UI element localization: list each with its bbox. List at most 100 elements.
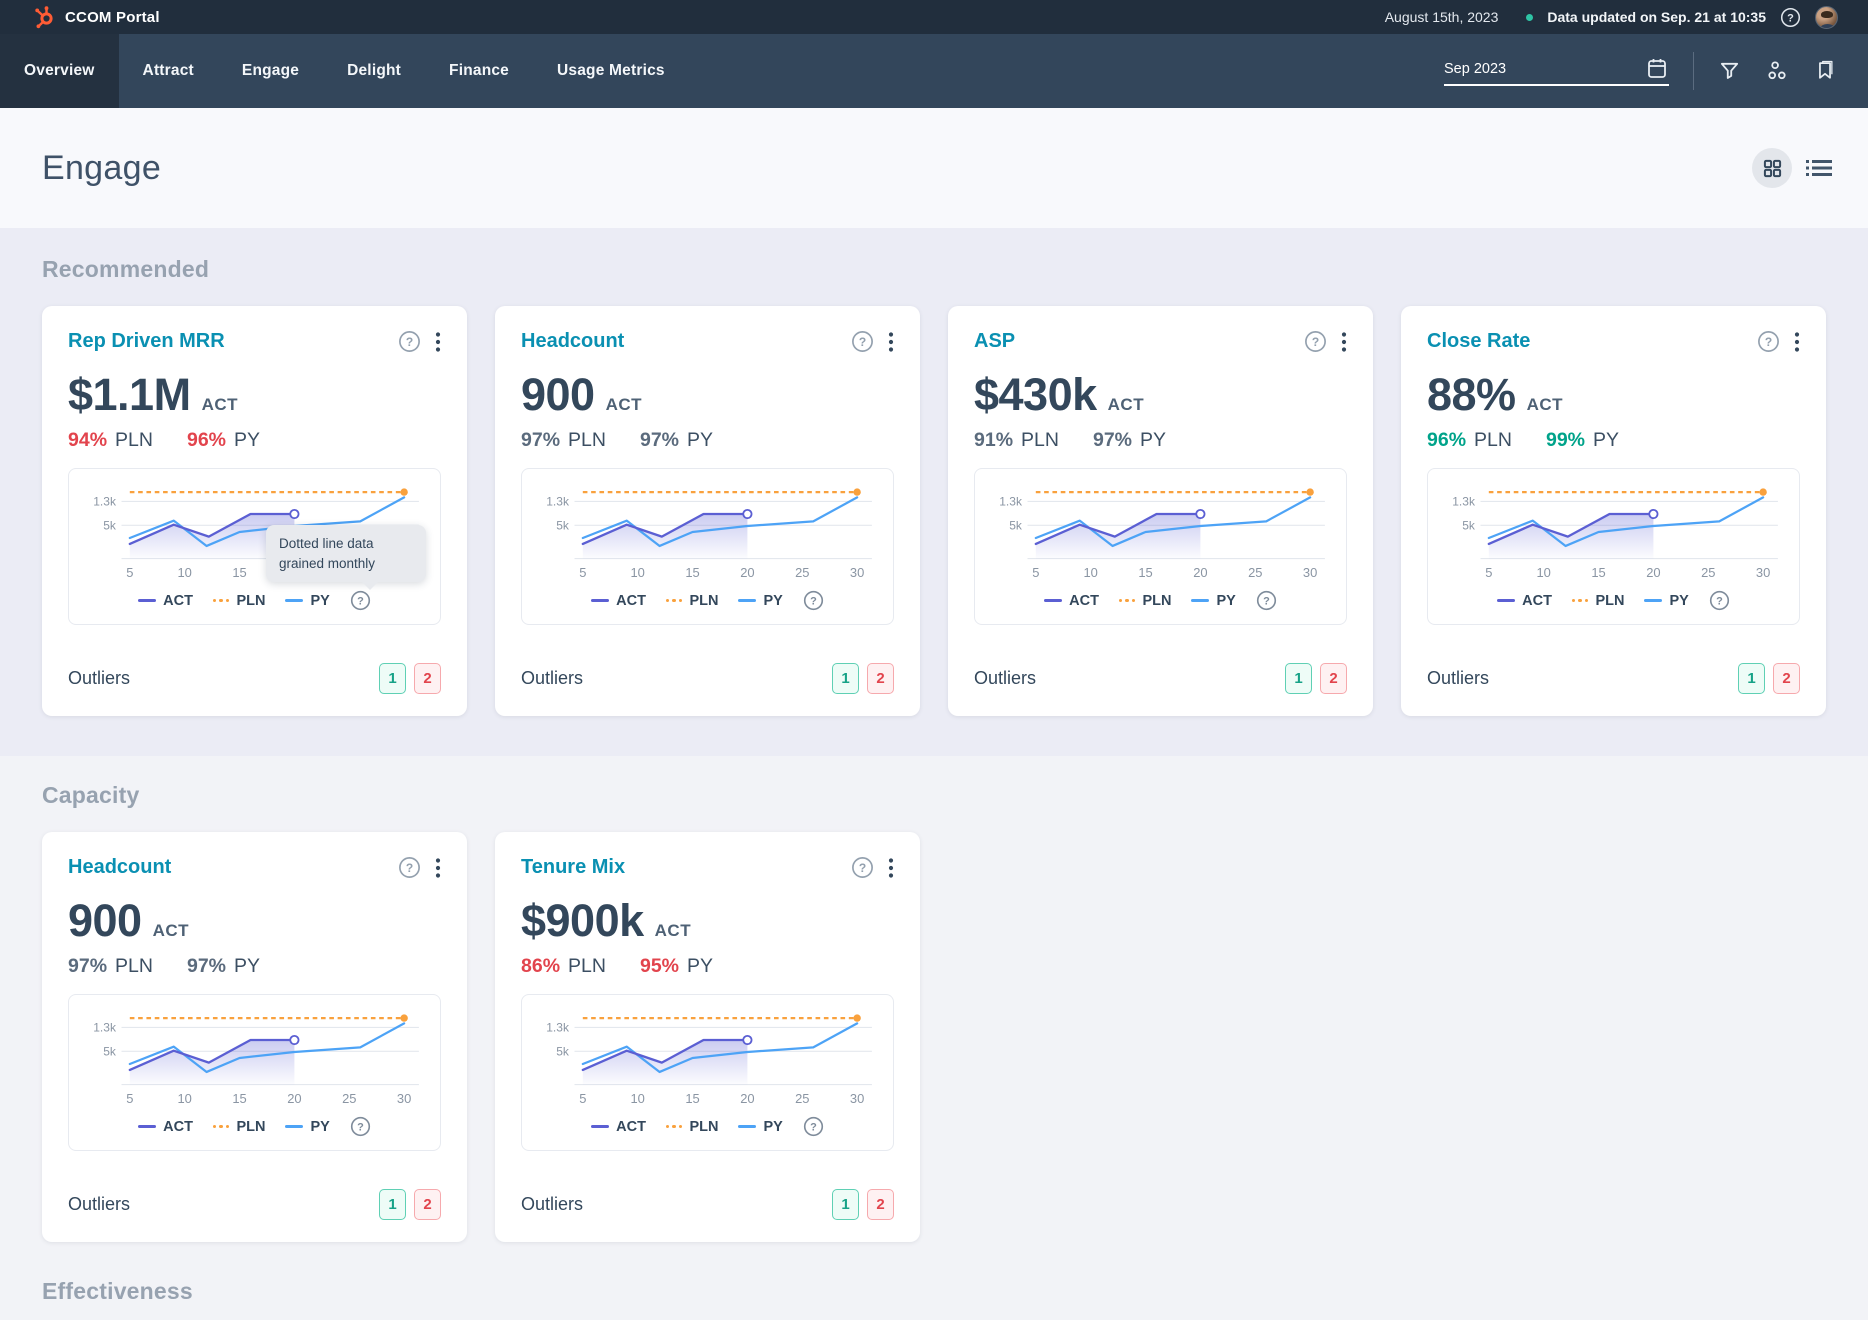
kpi-sparkline-chart: 1.3k5k51015202530 bbox=[1438, 481, 1789, 587]
kebab-menu-icon[interactable] bbox=[888, 332, 894, 352]
metric-value: $430k bbox=[974, 369, 1097, 421]
card-help-icon[interactable]: ? bbox=[398, 856, 421, 879]
tab-overview[interactable]: Overview bbox=[0, 34, 119, 108]
card-title[interactable]: ASP bbox=[974, 330, 1015, 353]
bookmark-icon[interactable] bbox=[1814, 59, 1838, 83]
py-percent: 97% bbox=[187, 955, 226, 978]
topbar: CCOM Portal August 15th, 2023 Data updat… bbox=[0, 0, 1868, 34]
svg-text:?: ? bbox=[810, 1122, 817, 1134]
svg-text:20: 20 bbox=[740, 565, 754, 580]
tab-delight[interactable]: Delight bbox=[323, 34, 425, 108]
svg-text:5: 5 bbox=[126, 1091, 133, 1106]
metric-value-label: ACT bbox=[1527, 395, 1563, 415]
kebab-menu-icon[interactable] bbox=[435, 332, 441, 352]
kebab-menu-icon[interactable] bbox=[1794, 332, 1800, 352]
card-title[interactable]: Headcount bbox=[521, 330, 624, 353]
chart-legend: ACT PLN PY ? bbox=[79, 1116, 430, 1137]
kebab-menu-icon[interactable] bbox=[435, 858, 441, 878]
svg-text:15: 15 bbox=[1138, 565, 1152, 580]
act-swatch-icon bbox=[1497, 599, 1515, 603]
svg-text:5k: 5k bbox=[1462, 518, 1476, 532]
pln-percent: 91% bbox=[974, 429, 1013, 452]
outlier-positive-badge[interactable]: 1 bbox=[1285, 663, 1312, 694]
kebab-menu-icon[interactable] bbox=[1341, 332, 1347, 352]
outliers-label: Outliers bbox=[521, 1194, 583, 1215]
svg-text:?: ? bbox=[810, 596, 817, 608]
py-swatch-icon bbox=[738, 599, 756, 603]
py-swatch-icon bbox=[285, 1125, 303, 1129]
svg-text:1.3k: 1.3k bbox=[546, 1021, 570, 1035]
tab-usage-metrics[interactable]: Usage Metrics bbox=[533, 34, 689, 108]
svg-text:20: 20 bbox=[740, 1091, 754, 1106]
metric-value: 900 bbox=[68, 895, 142, 947]
section-recommended: Recommended Rep Driven MRR ? $1.1M ACT 9… bbox=[0, 228, 1868, 756]
card-help-icon[interactable]: ? bbox=[851, 856, 874, 879]
period-date-input[interactable]: Sep 2023 bbox=[1444, 56, 1669, 86]
svg-text:5: 5 bbox=[1485, 565, 1492, 580]
current-date: August 15th, 2023 bbox=[1385, 9, 1499, 25]
help-icon[interactable]: ? bbox=[1780, 7, 1801, 28]
outlier-negative-badge[interactable]: 2 bbox=[414, 1189, 441, 1220]
pln-percent: 86% bbox=[521, 955, 560, 978]
card-title[interactable]: Headcount bbox=[68, 856, 171, 879]
outlier-negative-badge[interactable]: 2 bbox=[867, 1189, 894, 1220]
list-view-toggle[interactable] bbox=[1806, 157, 1832, 179]
filter-icon[interactable] bbox=[1718, 59, 1742, 83]
outliers-label: Outliers bbox=[68, 668, 130, 689]
kpi-card-asp: ASP ? $430k ACT 91% PLN 97% PY 1.3k5k510… bbox=[948, 306, 1373, 716]
metric-value: 88% bbox=[1427, 369, 1516, 421]
calendar-icon[interactable] bbox=[1645, 56, 1669, 80]
outlier-positive-badge[interactable]: 1 bbox=[832, 663, 859, 694]
legend-help-icon[interactable]: ? bbox=[803, 1116, 824, 1137]
svg-text:?: ? bbox=[859, 861, 866, 875]
svg-text:5k: 5k bbox=[1009, 518, 1023, 532]
py-percent: 97% bbox=[640, 429, 679, 452]
svg-text:?: ? bbox=[357, 1122, 364, 1134]
card-help-icon[interactable]: ? bbox=[398, 330, 421, 353]
act-swatch-icon bbox=[591, 1125, 609, 1129]
card-help-icon[interactable]: ? bbox=[851, 330, 874, 353]
outliers-label: Outliers bbox=[68, 1194, 130, 1215]
outlier-positive-badge[interactable]: 1 bbox=[379, 663, 406, 694]
metric-value-label: ACT bbox=[202, 395, 238, 415]
legend-help-icon[interactable]: ? bbox=[350, 1116, 371, 1137]
kpi-sparkline-chart: 1.3k5k51015202530 bbox=[532, 1007, 883, 1113]
kpi-card-close-rate: Close Rate ? 88% ACT 96% PLN 99% PY 1.3k… bbox=[1401, 306, 1826, 716]
legend-help-icon[interactable]: ? bbox=[803, 590, 824, 611]
kpi-card-headcount-capacity: Headcount ? 900 ACT 97% PLN 97% PY 1.3k5… bbox=[42, 832, 467, 1242]
svg-text:5: 5 bbox=[1032, 565, 1039, 580]
kebab-menu-icon[interactable] bbox=[888, 858, 894, 878]
act-swatch-icon bbox=[138, 1125, 156, 1129]
svg-text:1.3k: 1.3k bbox=[93, 1021, 117, 1035]
legend-help-icon[interactable]: ? bbox=[1709, 590, 1730, 611]
pln-label: PLN bbox=[115, 955, 153, 978]
outlier-negative-badge[interactable]: 2 bbox=[414, 663, 441, 694]
outlier-negative-badge[interactable]: 2 bbox=[1773, 663, 1800, 694]
nav-tabs: Overview Attract Engage Delight Finance … bbox=[0, 34, 689, 108]
outlier-positive-badge[interactable]: 1 bbox=[1738, 663, 1765, 694]
chart-container: 1.3k5k51015202530 ACT PLN PY ? Dotted li… bbox=[68, 468, 441, 625]
pln-swatch-icon bbox=[1119, 599, 1136, 603]
card-help-icon[interactable]: ? bbox=[1304, 330, 1327, 353]
legend-help-icon[interactable]: ? bbox=[1256, 590, 1277, 611]
card-title[interactable]: Tenure Mix bbox=[521, 856, 625, 879]
outlier-positive-badge[interactable]: 1 bbox=[832, 1189, 859, 1220]
outlier-negative-badge[interactable]: 2 bbox=[1320, 663, 1347, 694]
user-avatar[interactable] bbox=[1815, 6, 1838, 29]
svg-text:10: 10 bbox=[1083, 565, 1097, 580]
share-icon[interactable] bbox=[1766, 59, 1790, 83]
card-help-icon[interactable]: ? bbox=[1757, 330, 1780, 353]
svg-text:1.3k: 1.3k bbox=[1452, 495, 1476, 509]
card-title[interactable]: Close Rate bbox=[1427, 330, 1530, 353]
page-header: Engage bbox=[0, 108, 1868, 228]
card-title[interactable]: Rep Driven MRR bbox=[68, 330, 225, 353]
grid-view-toggle[interactable] bbox=[1752, 148, 1792, 188]
tab-finance[interactable]: Finance bbox=[425, 34, 533, 108]
svg-text:?: ? bbox=[406, 861, 413, 875]
outlier-positive-badge[interactable]: 1 bbox=[379, 1189, 406, 1220]
tab-attract[interactable]: Attract bbox=[119, 34, 218, 108]
tab-engage[interactable]: Engage bbox=[218, 34, 323, 108]
svg-text:30: 30 bbox=[1756, 565, 1770, 580]
chart-container: 1.3k5k51015202530 ACT PLN PY ? bbox=[974, 468, 1347, 625]
outlier-negative-badge[interactable]: 2 bbox=[867, 663, 894, 694]
